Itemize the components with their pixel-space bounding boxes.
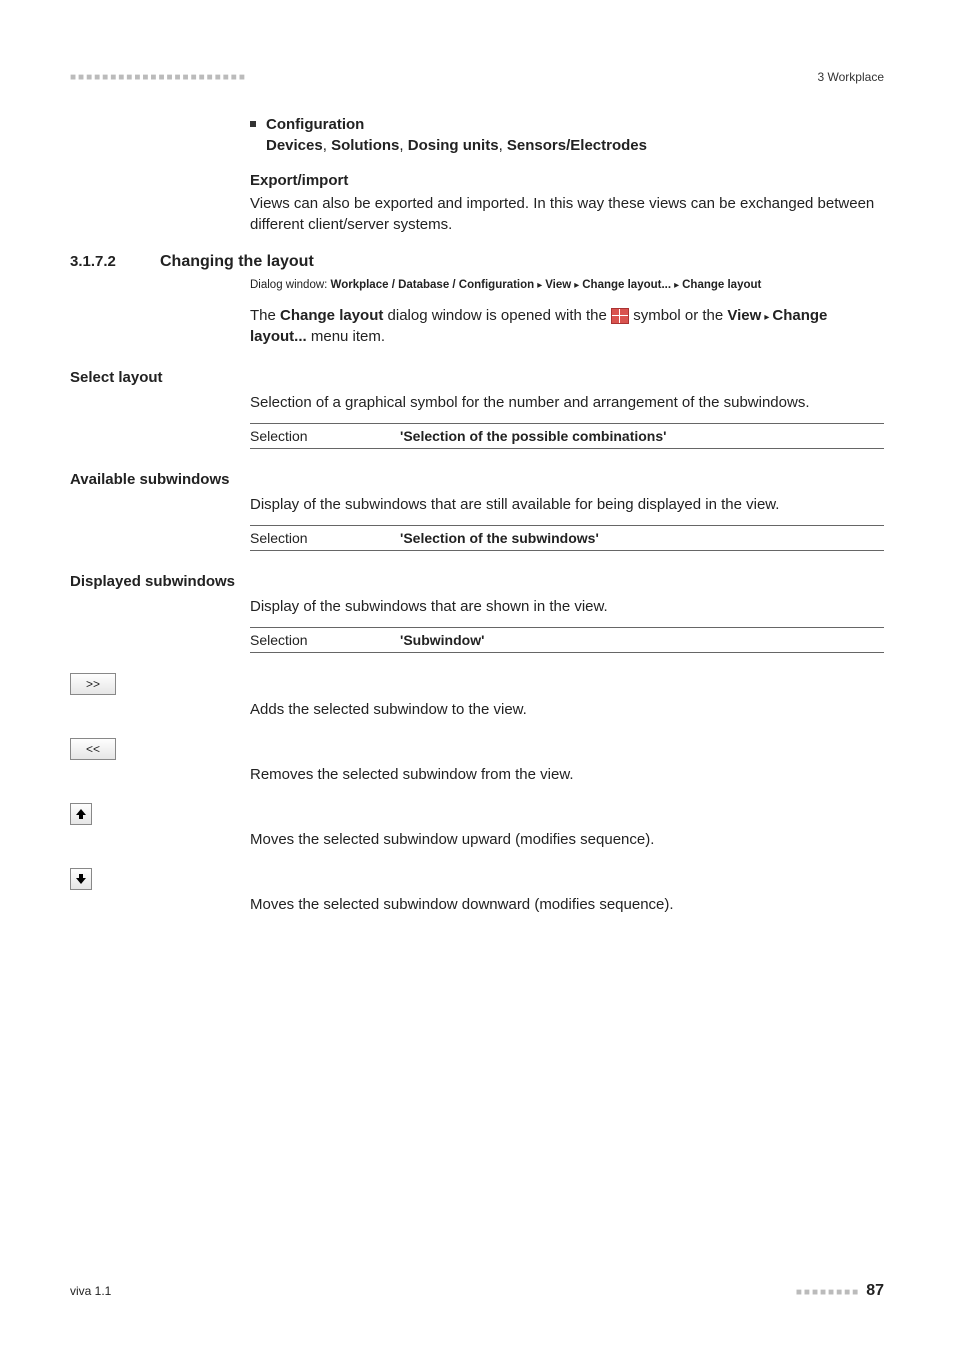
displayed-block: Display of the subwindows that are shown… [250, 596, 884, 653]
open-t3: symbol or the [629, 307, 727, 324]
button-col: >> [70, 673, 120, 695]
down-desc-wrap: Moves the selected subwindow downward (m… [250, 868, 674, 913]
select-layout-text: Selection of a graphical symbol for the … [250, 392, 884, 413]
footer-right: ■■■■■■■■ 87 [796, 1282, 884, 1300]
bullet-icon [250, 121, 256, 127]
footer: viva 1.1 ■■■■■■■■ 87 [70, 1282, 884, 1300]
export-text: Views can also be exported and imported.… [250, 193, 884, 235]
selection-value: 'Selection of the subwindows' [400, 530, 599, 546]
select-layout-table: Selection 'Selection of the possible com… [250, 423, 884, 449]
header-chapter: 3 Workplace [818, 70, 884, 84]
config-title: Configuration [266, 114, 647, 135]
arrow-down-icon [75, 873, 87, 885]
page-number: 87 [866, 1282, 884, 1299]
body-content: Configuration Devices, Solutions, Dosing… [250, 114, 884, 235]
dialog-prefix: Dialog window: [250, 279, 331, 291]
remove-row: << Removes the selected subwindow from t… [70, 738, 884, 783]
remove-desc: Removes the selected subwindow from the … [250, 766, 574, 783]
button-col [70, 868, 120, 890]
open-t4: menu item. [307, 328, 385, 345]
selection-label: Selection [250, 428, 400, 444]
button-col [70, 803, 120, 825]
up-desc: Moves the selected subwindow upward (mod… [250, 831, 654, 848]
displayed-table: Selection 'Subwindow' [250, 627, 884, 653]
triangle-icon [761, 307, 772, 324]
available-block: Display of the subwindows that are still… [250, 494, 884, 551]
open-t1: The [250, 307, 280, 324]
path-part-a: Workplace / Database / Configuration [331, 279, 535, 291]
open-b1: Change layout [280, 307, 383, 324]
config-subline: Devices, Solutions, Dosing units, Sensor… [266, 135, 647, 156]
move-up-button[interactable] [70, 803, 92, 825]
page: ■■■■■■■■■■■■■■■■■■■■■■ 3 Workplace Confi… [0, 0, 954, 1350]
button-col: << [70, 738, 120, 760]
triangle-icon [534, 279, 545, 291]
move-down-button[interactable] [70, 868, 92, 890]
selection-label: Selection [250, 632, 400, 648]
selection-value: 'Subwindow' [400, 632, 484, 648]
add-row: >> Adds the selected subwindow to the vi… [70, 673, 884, 718]
section-number: 3.1.7.2 [70, 253, 160, 271]
selection-label: Selection [250, 530, 400, 546]
config-part-devices: Devices [266, 137, 323, 154]
path-part-c: Change layout... [582, 279, 671, 291]
triangle-icon [571, 279, 582, 291]
arrow-up-icon [75, 808, 87, 820]
down-row: Moves the selected subwindow downward (m… [70, 868, 884, 913]
add-desc: Adds the selected subwindow to the view. [250, 701, 527, 718]
export-heading: Export/import [250, 172, 884, 189]
footer-left: viva 1.1 [70, 1284, 111, 1298]
triangle-icon [671, 279, 682, 291]
config-part-solutions: Solutions [331, 137, 399, 154]
up-desc-wrap: Moves the selected subwindow upward (mod… [250, 803, 654, 848]
available-text: Display of the subwindows that are still… [250, 494, 884, 515]
remove-desc-wrap: Removes the selected subwindow from the … [250, 738, 574, 783]
available-heading: Available subwindows [70, 471, 884, 488]
open-b2: View [727, 307, 761, 324]
config-part-sensors: Sensors/Electrodes [507, 137, 647, 154]
displayed-heading: Displayed subwindows [70, 573, 884, 590]
config-part-dosing: Dosing units [408, 137, 499, 154]
add-button[interactable]: >> [70, 673, 116, 695]
remove-button[interactable]: << [70, 738, 116, 760]
path-part-b: View [545, 279, 571, 291]
footer-dots: ■■■■■■■■ [796, 1287, 860, 1298]
section-title: Changing the layout [160, 253, 314, 271]
selection-value: 'Selection of the possible combinations' [400, 428, 666, 444]
section-header: 3.1.7.2 Changing the layout [70, 253, 884, 271]
header-dots: ■■■■■■■■■■■■■■■■■■■■■■ [70, 72, 247, 83]
up-row: Moves the selected subwindow upward (mod… [70, 803, 884, 848]
select-layout-block: Selection of a graphical symbol for the … [250, 392, 884, 449]
open-t2: dialog window is opened with the [383, 307, 611, 324]
config-text: Configuration Devices, Solutions, Dosing… [266, 114, 647, 156]
dialog-path: Dialog window: Workplace / Database / Co… [250, 277, 884, 293]
displayed-text: Display of the subwindows that are shown… [250, 596, 884, 617]
add-desc-wrap: Adds the selected subwindow to the view. [250, 673, 527, 718]
available-table: Selection 'Selection of the subwindows' [250, 525, 884, 551]
path-part-d: Change layout [682, 279, 761, 291]
open-text: The Change layout dialog window is opene… [250, 305, 884, 347]
change-layout-icon [611, 308, 629, 324]
select-layout-heading: Select layout [70, 369, 884, 386]
down-desc: Moves the selected subwindow downward (m… [250, 896, 674, 913]
section-body: Dialog window: Workplace / Database / Co… [250, 277, 884, 347]
config-bullet: Configuration Devices, Solutions, Dosing… [250, 114, 884, 156]
header-bar: ■■■■■■■■■■■■■■■■■■■■■■ 3 Workplace [70, 70, 884, 84]
